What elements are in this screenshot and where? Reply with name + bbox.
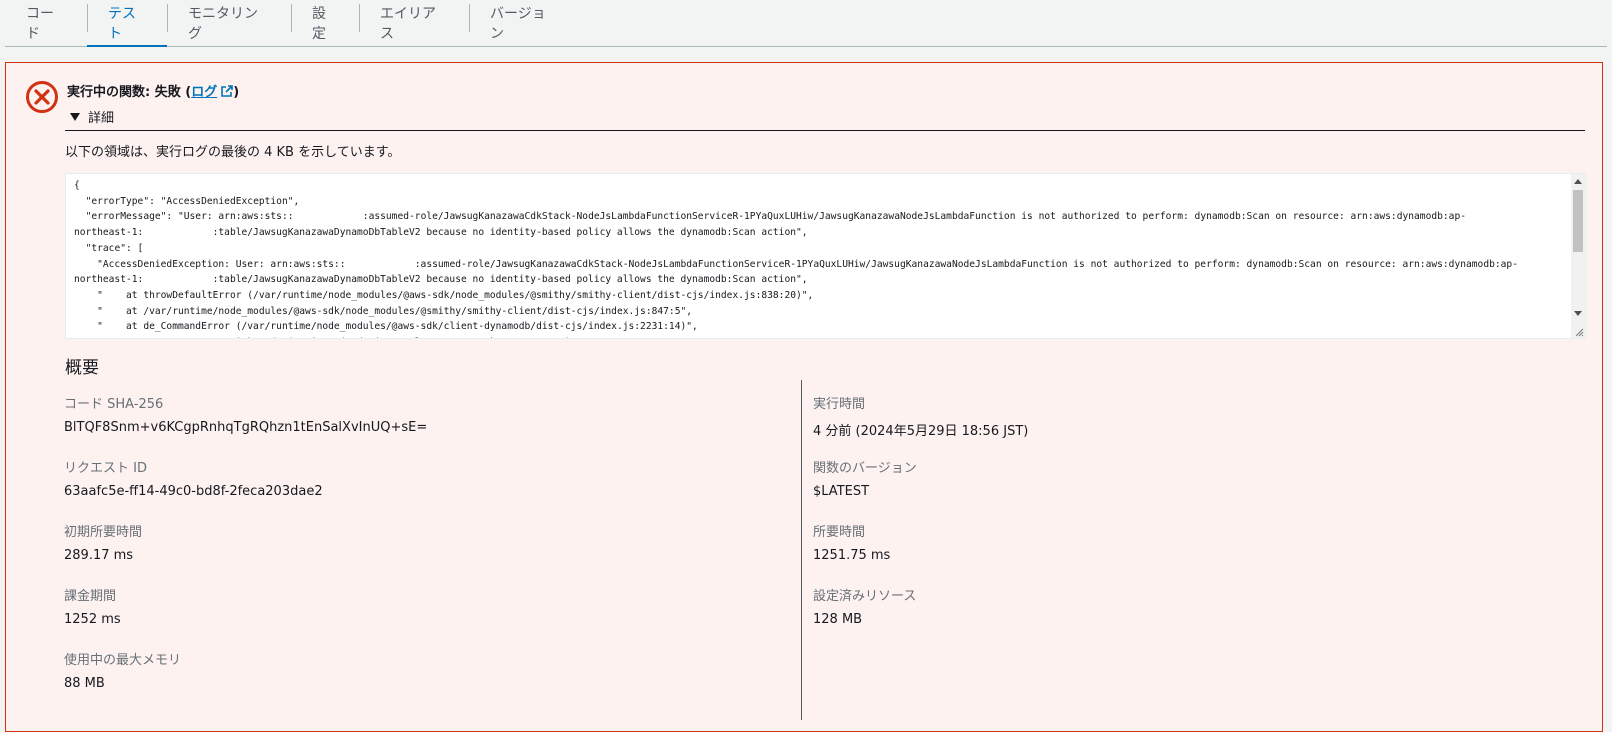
details-divider xyxy=(65,130,1585,131)
log-output-box[interactable]: { "errorType": "AccessDeniedException", … xyxy=(65,173,1586,339)
field-label: 使用中の最大メモリ xyxy=(64,653,182,668)
tab-aliases[interactable]: エイリアス xyxy=(359,0,469,46)
tab-label: テスト xyxy=(108,6,136,42)
status-suffix: ) xyxy=(233,85,240,100)
init-duration-field: 初期所要時間 289.17 ms xyxy=(64,521,142,563)
tab-test[interactable]: テスト xyxy=(87,0,167,47)
field-value: BlTQF8Snm+v6KCgpRnhqTgRQhzn1tEnSalXvInUQ… xyxy=(64,420,428,435)
tab-bar: コード テスト モニタリング 設定 エイリアス バージョン xyxy=(5,0,1607,47)
external-link-icon xyxy=(221,85,234,97)
scroll-thumb[interactable] xyxy=(1573,190,1583,252)
error-circle-icon xyxy=(26,81,58,113)
field-label: コード SHA-256 xyxy=(64,397,164,412)
max-memory-field: 使用中の最大メモリ 88 MB xyxy=(64,649,181,691)
summary-column-divider xyxy=(801,380,802,720)
scroll-up-arrow-icon[interactable] xyxy=(1574,179,1582,184)
field-label: リクエスト ID xyxy=(64,461,147,476)
field-value: 128 MB xyxy=(813,612,863,627)
execution-result-panel: 実行中の関数: 失敗 (ログ) 詳細 以下の領域は、実行ログの最後の 4 KB … xyxy=(5,62,1603,732)
tab-label: モニタリング xyxy=(188,6,258,42)
scroll-down-arrow-icon[interactable] xyxy=(1574,311,1582,316)
tab-versions[interactable]: バージョン xyxy=(469,0,579,46)
field-value: 289.17 ms xyxy=(64,548,134,563)
code-sha256-field: コード SHA-256 BlTQF8Snm+v6KCgpRnhqTgRQhzn1… xyxy=(64,393,427,435)
log-link-label: ログ xyxy=(191,85,218,100)
log-scrollbar[interactable] xyxy=(1571,174,1585,338)
field-label: 実行時間 xyxy=(813,397,866,412)
field-value: 4 分前 (2024年5月29日 18:56 JST) xyxy=(813,424,1029,439)
tab-code[interactable]: コード xyxy=(5,0,87,46)
function-version-field: 関数のバージョン $LATEST xyxy=(813,457,917,499)
tab-label: エイリアス xyxy=(380,6,436,42)
summary-title: 概要 xyxy=(65,358,99,378)
resize-handle-icon[interactable] xyxy=(1574,327,1584,337)
execution-status: 実行中の関数: 失敗 (ログ) xyxy=(67,81,239,100)
details-toggle[interactable]: 詳細 xyxy=(70,107,114,126)
details-label: 詳細 xyxy=(88,111,115,126)
field-label: 関数のバージョン xyxy=(813,461,917,476)
configured-resources-field: 設定済みリソース 128 MB xyxy=(813,585,916,627)
duration-field: 所要時間 1251.75 ms xyxy=(813,521,890,563)
tab-label: コード xyxy=(26,6,54,42)
caret-down-icon xyxy=(70,112,80,121)
field-value: 1252 ms xyxy=(64,612,121,627)
tab-label: 設定 xyxy=(312,6,326,42)
field-value: 88 MB xyxy=(64,676,105,691)
log-output-text: { "errorType": "AccessDeniedException", … xyxy=(74,180,1518,338)
execution-time-field: 実行時間 4 分前 (2024年5月29日 18:56 JST) xyxy=(813,393,1028,439)
tab-label: バージョン xyxy=(490,6,546,42)
log-description: 以下の領域は、実行ログの最後の 4 KB を示しています。 xyxy=(65,145,401,160)
field-label: 課金期間 xyxy=(64,589,117,604)
field-value: $LATEST xyxy=(813,484,870,499)
log-link[interactable]: ログ xyxy=(191,85,234,100)
field-label: 所要時間 xyxy=(813,525,866,540)
status-text: 実行中の関数: 失敗 ( xyxy=(67,85,192,100)
billed-duration-field: 課金期間 1252 ms xyxy=(64,585,121,627)
field-label: 設定済みリソース xyxy=(813,589,917,604)
field-value: 1251.75 ms xyxy=(813,548,891,563)
request-id-field: リクエスト ID 63aafc5e-ff14-49c0-bd8f-2feca20… xyxy=(64,457,323,499)
tab-settings[interactable]: 設定 xyxy=(291,0,359,46)
tab-monitoring[interactable]: モニタリング xyxy=(167,0,291,46)
field-value: 63aafc5e-ff14-49c0-bd8f-2feca203dae2 xyxy=(64,484,323,499)
field-label: 初期所要時間 xyxy=(64,525,143,540)
